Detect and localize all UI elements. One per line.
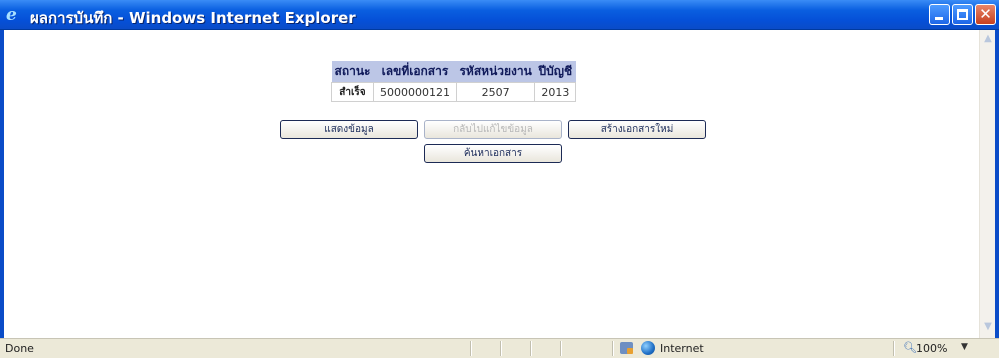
scroll-up-icon[interactable]: ▲ bbox=[982, 33, 994, 45]
status-divider bbox=[530, 341, 532, 356]
status-text: Done bbox=[5, 342, 34, 355]
status-bar: Done Internet 🔍︎ 100% ▼ bbox=[0, 338, 999, 358]
zoom-icon[interactable]: 🔍︎ bbox=[903, 341, 917, 354]
globe-icon bbox=[641, 341, 655, 355]
column-header-fiscal-year: ปีบัญชี bbox=[534, 61, 576, 83]
window-title: ผลการบันทึก - Windows Internet Explorer bbox=[30, 9, 356, 27]
back-to-edit-button[interactable]: กลับไปแก้ไขข้อมูล bbox=[424, 120, 562, 139]
search-document-button[interactable]: ค้นหาเอกสาร bbox=[424, 144, 562, 163]
table-header-row: สถานะ เลขที่เอกสาร รหัสหน่วยงาน ปีบัญชี bbox=[331, 61, 576, 83]
cell-unit-code: 2507 bbox=[455, 82, 536, 102]
result-table: สถานะ เลขที่เอกสาร รหัสหน่วยงาน ปีบัญชี … bbox=[331, 61, 577, 102]
column-header-status: สถานะ bbox=[331, 61, 374, 83]
protected-mode-icon[interactable] bbox=[620, 342, 633, 354]
status-divider bbox=[560, 341, 562, 356]
minimize-icon bbox=[935, 17, 943, 20]
page-content: สถานะ เลขที่เอกสาร รหัสหน่วยงาน ปีบัญชี … bbox=[4, 30, 979, 338]
zoom-level[interactable]: 100% bbox=[916, 342, 947, 355]
table-row: สำเร็จ 5000000121 2507 2013 bbox=[331, 82, 577, 102]
security-zone-label[interactable]: Internet bbox=[660, 342, 704, 355]
create-new-document-button[interactable]: สร้างเอกสารใหม่ bbox=[568, 120, 706, 139]
column-header-doc-number: เลขที่เอกสาร bbox=[373, 61, 457, 83]
zoom-dropdown-icon[interactable]: ▼ bbox=[961, 342, 968, 352]
cell-doc-number: 5000000121 bbox=[372, 82, 457, 102]
show-data-button[interactable]: แสดงข้อมูล bbox=[280, 120, 418, 139]
maximize-button[interactable] bbox=[952, 4, 973, 25]
close-button[interactable]: ✕ bbox=[975, 4, 996, 25]
minimize-button[interactable] bbox=[929, 4, 950, 25]
status-divider bbox=[500, 341, 502, 356]
cell-fiscal-year: 2013 bbox=[534, 82, 577, 102]
maximize-icon bbox=[957, 9, 968, 20]
status-divider bbox=[893, 341, 895, 356]
status-divider bbox=[612, 341, 614, 356]
ie-logo-icon: e bbox=[6, 5, 17, 25]
cell-status: สำเร็จ bbox=[331, 82, 374, 102]
vertical-scrollbar[interactable]: ▲ ▼ bbox=[979, 30, 995, 338]
scroll-down-icon[interactable]: ▼ bbox=[982, 321, 994, 333]
column-header-unit-code: รหัสหน่วยงาน bbox=[456, 61, 535, 83]
close-icon: ✕ bbox=[979, 5, 992, 23]
title-bar[interactable]: e ผลการบันทึก - Windows Internet Explore… bbox=[0, 0, 999, 30]
window-frame-right bbox=[995, 30, 999, 338]
status-divider bbox=[470, 341, 472, 356]
